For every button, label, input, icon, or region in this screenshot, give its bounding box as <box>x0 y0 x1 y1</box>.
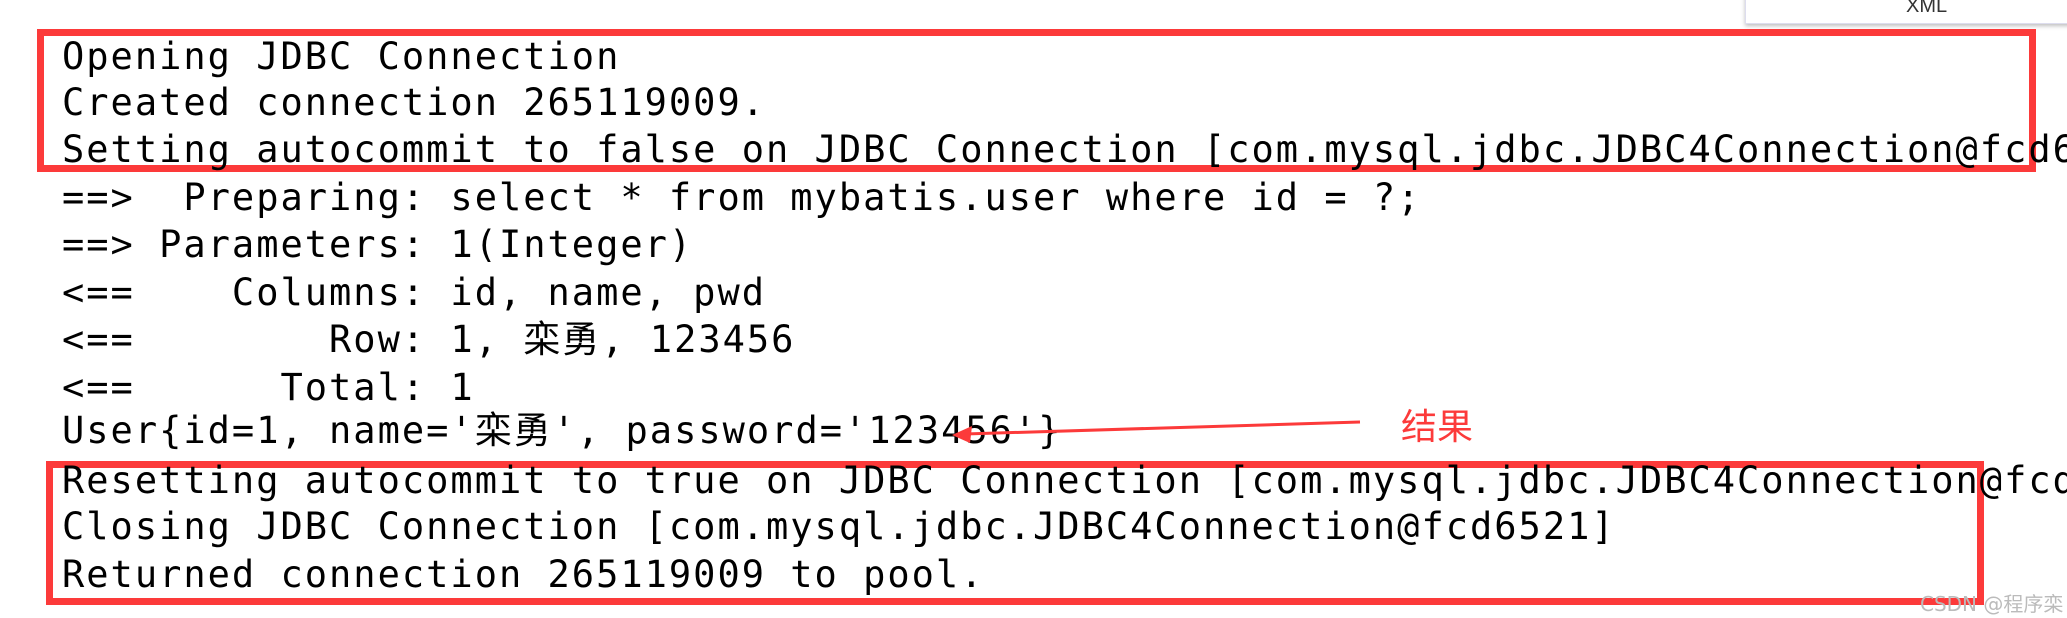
arrow-icon <box>952 420 1361 443</box>
watermark: CSDN @程序栾 <box>1920 592 2064 616</box>
result-annotation: 结果 <box>1401 407 1474 448</box>
console-screenshot: XML Opening JDBC Connection Created conn… <box>0 0 2067 618</box>
